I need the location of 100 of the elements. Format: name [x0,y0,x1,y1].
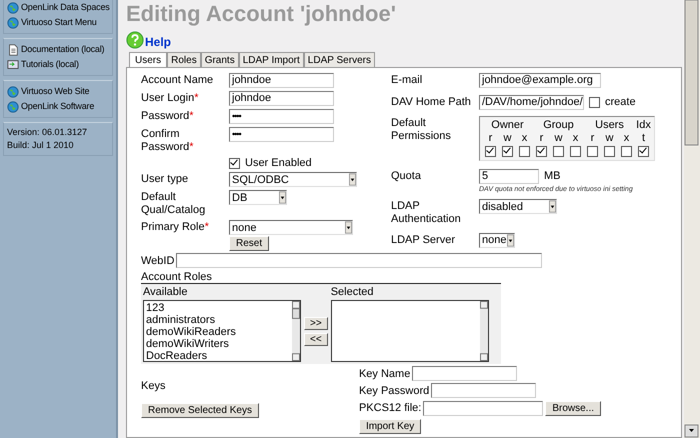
checkbox[interactable] [553,146,564,157]
password-field[interactable]: •••• [229,109,334,124]
permission-letter: r [590,132,596,145]
globe-icon [7,86,19,98]
permission-letter: r [488,132,494,145]
document-icon [7,44,19,56]
tab[interactable]: Grants [200,52,239,67]
field-label: Account Name [141,73,214,87]
checkbox[interactable] [587,146,598,157]
field-label: Keys [141,380,166,392]
tab[interactable]: Users [129,52,168,67]
dropdown[interactable]: none [479,232,515,248]
quota-field[interactable]: 5 [479,168,539,184]
sidebar-link[interactable]: Virtuoso Start Menu [7,15,109,30]
column-header: Idx [635,119,652,132]
permission-letter: x [622,132,630,145]
dropdown[interactable]: disabled [479,199,557,214]
field-label: PKCS12 file: [358,402,422,414]
text-field[interactable]: /DAV/home/johndoe/ [479,94,584,110]
text-field[interactable]: johndoe [229,91,334,106]
permission-letter: w [554,132,564,145]
field-label: LDAP Server [391,232,456,246]
scrollbar-drawing [480,301,488,361]
sidebar-link[interactable]: OpenLink Software [7,99,109,114]
list-heading: Available [143,286,188,298]
tab[interactable]: LDAP Servers [304,52,375,67]
globe-icon [7,16,19,28]
text-field[interactable]: johndoe [229,73,334,88]
sidebar-link[interactable]: OpenLink Data Spaces [7,0,109,15]
remove-button[interactable]: << [304,333,328,346]
reset-button[interactable]: Reset [229,236,270,251]
tab[interactable]: LDAP Import [238,52,304,67]
screen-icon [7,58,19,70]
import-key-button[interactable]: Import Key [358,419,422,434]
password-field[interactable]: •••• [229,127,334,142]
checkbox[interactable] [621,146,632,157]
checkbox[interactable] [485,146,496,157]
list-item[interactable]: demoWikiReaders [146,326,290,338]
permission-letter: w [604,132,614,145]
checkbox[interactable] [638,146,649,157]
list-item[interactable]: 123 [146,302,290,314]
dropdown[interactable]: DB [229,190,287,205]
permission-letter: x [572,132,580,145]
version-text: Build: Jul 1 2010 [7,139,75,152]
globe-icon [7,2,19,14]
checkbox[interactable] [229,158,240,168]
list-item[interactable]: administrators [146,314,290,326]
column-header: Owner [490,119,525,132]
column-header: Group [542,119,575,132]
field-label: Default Permissions [391,116,452,143]
checkbox[interactable] [502,146,513,157]
webid-field[interactable] [176,253,542,268]
checkbox[interactable] [570,146,581,157]
list-item[interactable]: demoWikiWriters [146,338,290,350]
column-header: Users [594,119,625,132]
list-item[interactable]: DocReaders [146,350,290,362]
sidebar-link[interactable]: Tutorials (local) [7,57,109,72]
help-link[interactable]: Help [145,35,172,49]
field-label: Default Qual/Catalog [141,190,206,217]
section-title: Account Roles [141,271,213,283]
page-title: Editing Account 'johndoe' [126,1,397,27]
add-button[interactable]: >> [304,317,328,330]
permission-letter: w [502,132,512,145]
field-label: LDAP Authentication [391,199,462,226]
file-field[interactable] [423,400,544,416]
scrollbar-drawing [292,301,300,361]
sidebar-link[interactable]: Documentation (local) [7,42,109,57]
field-label: DAV Home Path [391,94,472,108]
selected-list[interactable] [330,300,489,362]
field-label: User Login* [141,91,200,105]
browse-button[interactable]: Browse... [545,401,602,416]
field-label: Primary Role* [141,220,210,234]
checkbox[interactable] [536,146,547,157]
remove-keys-button[interactable]: Remove Selected Keys [141,403,259,418]
help-icon[interactable] [126,31,144,49]
field-label: Confirm Password* [141,127,195,154]
field-label: Key Password [358,384,430,396]
text-field[interactable]: johndoe@example.org [479,73,601,88]
field-label: User type [141,172,190,186]
field-label: Key Name [358,368,410,380]
globe-icon [7,100,19,112]
key-password-field[interactable] [431,383,536,398]
dropdown[interactable]: SQL/ODBC [229,172,357,187]
key-name-field[interactable] [412,366,518,381]
sidebar-link[interactable]: Virtuoso Web Site [7,84,109,99]
field-label: WebID [141,254,174,266]
checkbox[interactable] [519,146,530,157]
field-label: Password* [141,109,195,123]
checkbox[interactable] [589,96,600,108]
checkbox[interactable] [604,146,615,157]
available-list[interactable]: 123 administrators demoWikiReaders demoWikiWriters DocReaders [143,300,301,362]
permission-letter: r [538,132,544,145]
permission-letter: t [640,132,646,145]
list-heading: Selected [330,286,374,298]
permission-letter: x [520,132,528,145]
field-label: E-mail [391,73,424,87]
dropdown[interactable]: none [229,220,353,235]
tab[interactable]: Roles [167,52,201,67]
checkbox-label: User Enabled [245,157,312,169]
checkbox-label: create [605,96,636,108]
